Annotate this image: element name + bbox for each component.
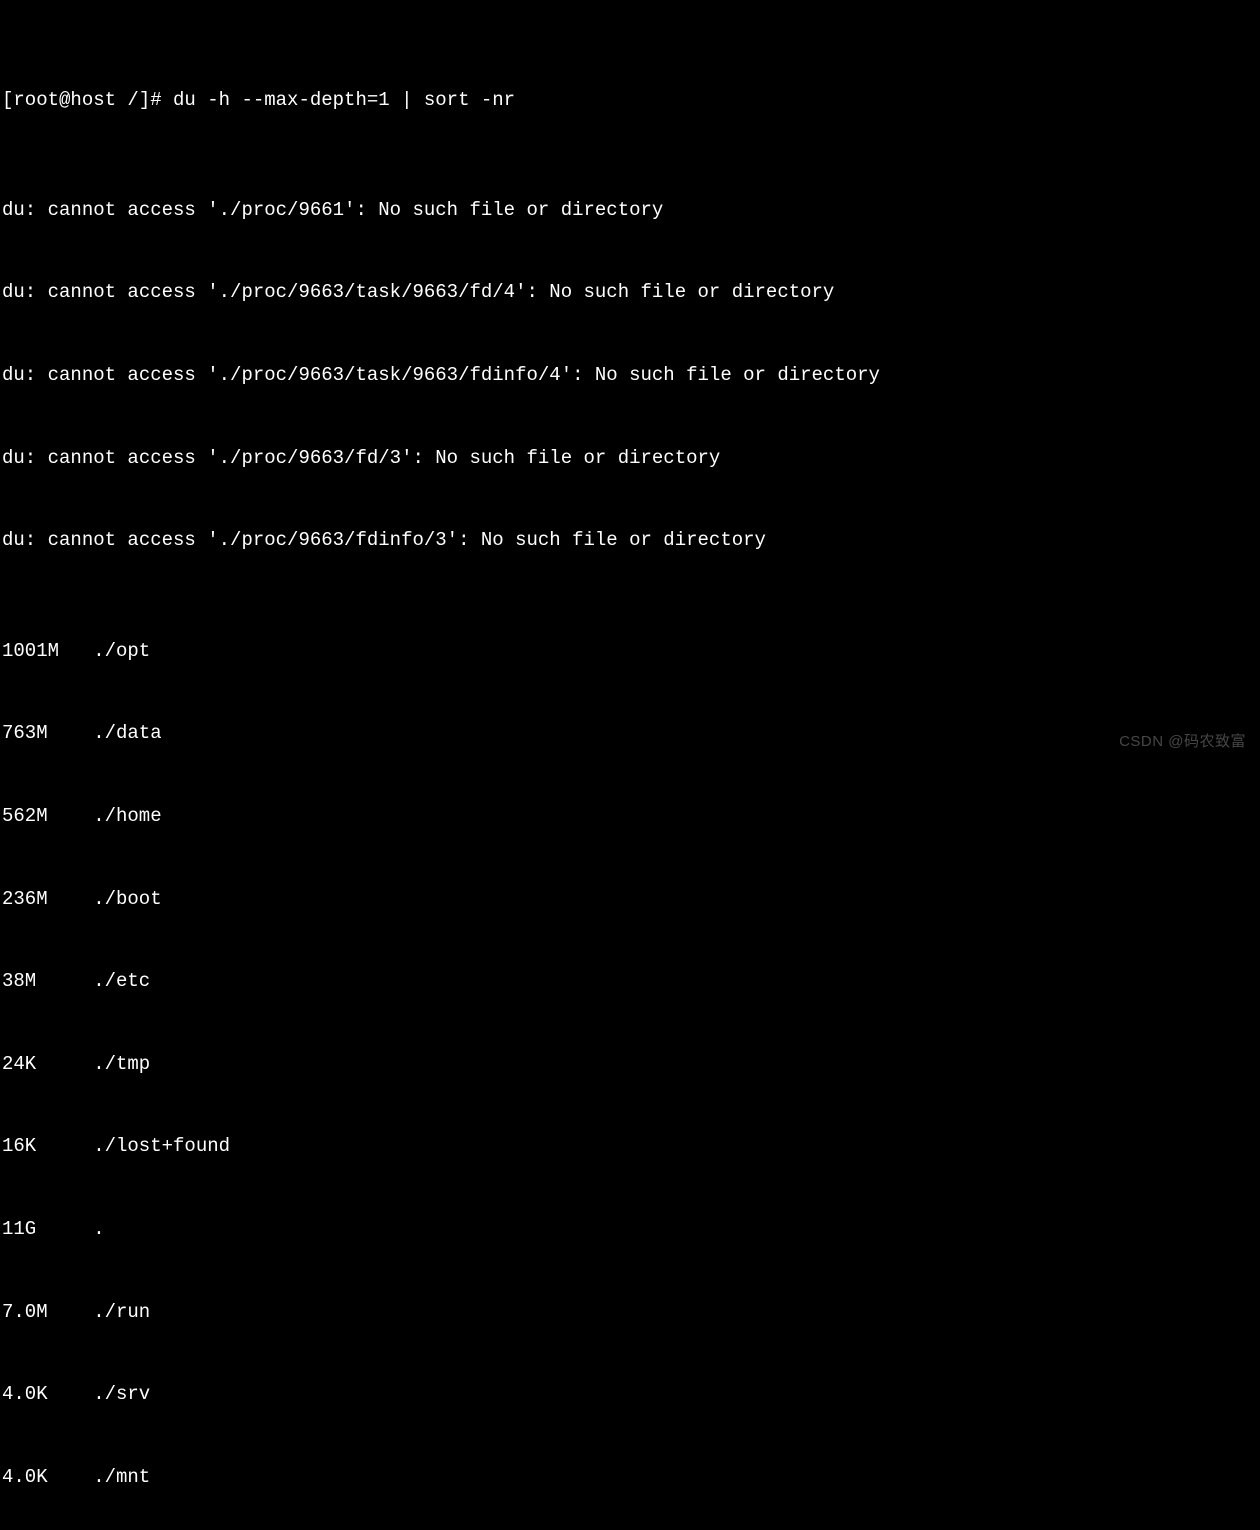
du-entry: 16K./lost+found (2, 1133, 1258, 1161)
entry-size: 236M (2, 886, 93, 914)
entry-path: ./opt (93, 638, 150, 666)
du-entry: 11G. (2, 1216, 1258, 1244)
entry-path: ./tmp (93, 1051, 150, 1079)
command-line: [root@host /]# du -h --max-depth=1 | sor… (2, 87, 1258, 115)
du-entry: 562M./home (2, 803, 1258, 831)
entry-size: 4.0K (2, 1464, 93, 1492)
entry-size: 16K (2, 1133, 93, 1161)
du-entry: 24K./tmp (2, 1051, 1258, 1079)
entry-size: 562M (2, 803, 93, 831)
entry-size: 38M (2, 968, 93, 996)
entry-path: ./mnt (93, 1464, 150, 1492)
du-entry: 1001M./opt (2, 638, 1258, 666)
du-entry: 4.0K./mnt (2, 1464, 1258, 1492)
entry-path: ./lost+found (93, 1133, 230, 1161)
error-line: du: cannot access './proc/9663/fd/3': No… (2, 445, 1258, 473)
du-entry: 236M./boot (2, 886, 1258, 914)
entry-path: ./run (93, 1299, 150, 1327)
entry-size: 11G (2, 1216, 93, 1244)
entry-path: ./data (93, 720, 161, 748)
error-line: du: cannot access './proc/9661': No such… (2, 197, 1258, 225)
entry-size: 7.0M (2, 1299, 93, 1327)
du-entry: 7.0M./run (2, 1299, 1258, 1327)
watermark: CSDN @码农致富 (1119, 731, 1246, 753)
entry-size: 24K (2, 1051, 93, 1079)
entry-path: ./boot (93, 886, 161, 914)
entry-path: ./etc (93, 968, 150, 996)
error-line: du: cannot access './proc/9663/task/9663… (2, 362, 1258, 390)
entry-path: ./home (93, 803, 161, 831)
entry-size: 763M (2, 720, 93, 748)
error-line: du: cannot access './proc/9663/fdinfo/3'… (2, 527, 1258, 555)
terminal[interactable]: [root@host /]# du -h --max-depth=1 | sor… (2, 4, 1258, 1530)
du-entry: 38M./etc (2, 968, 1258, 996)
prompt-prefix: [root@host /]# (2, 89, 173, 111)
du-entry: 763M./data (2, 720, 1258, 748)
entry-path: . (93, 1216, 104, 1244)
command-text: du -h --max-depth=1 | sort -nr (173, 89, 515, 111)
error-line: du: cannot access './proc/9663/task/9663… (2, 279, 1258, 307)
entry-size: 4.0K (2, 1381, 93, 1409)
entry-path: ./srv (93, 1381, 150, 1409)
entry-size: 1001M (2, 638, 93, 666)
du-entry: 4.0K./srv (2, 1381, 1258, 1409)
